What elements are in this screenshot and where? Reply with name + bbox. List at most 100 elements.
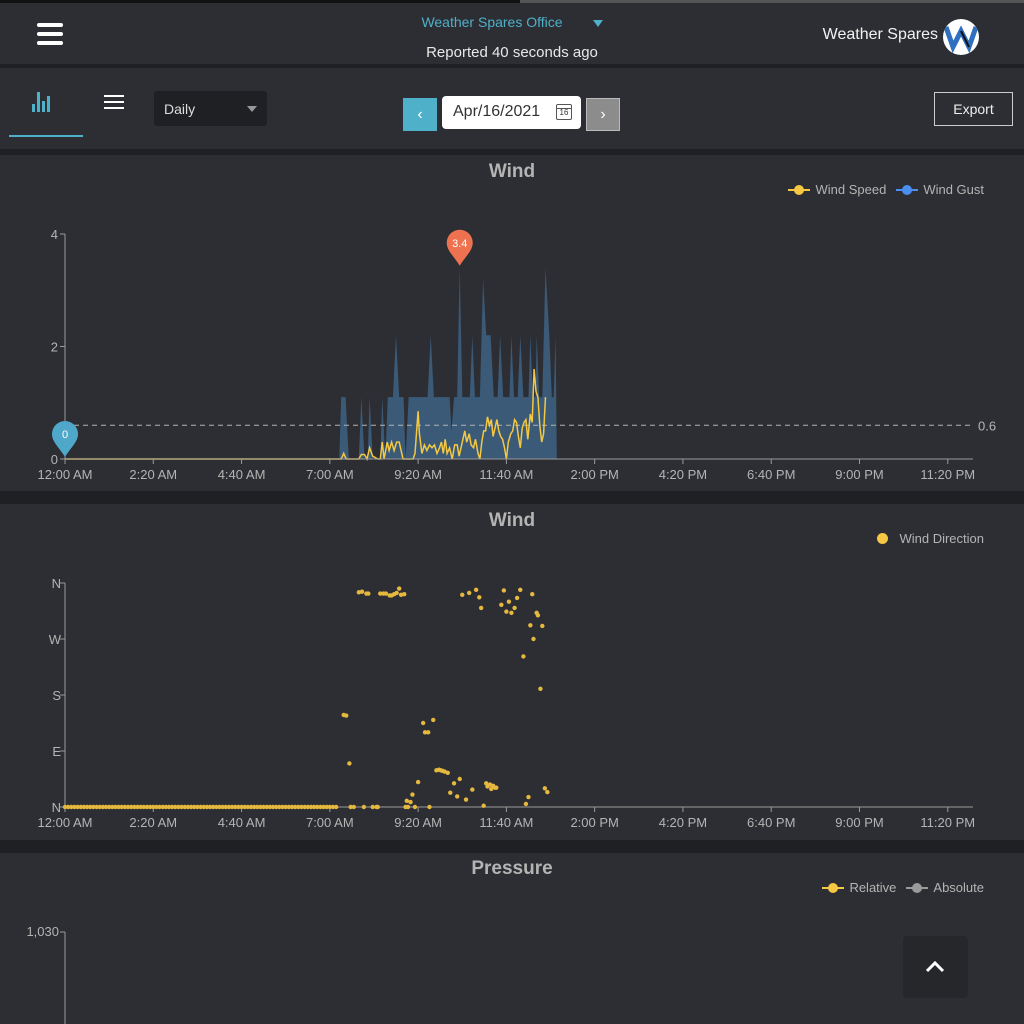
wind-direction-point	[463, 797, 469, 802]
x-tick-label: 12:00 AM	[38, 467, 93, 482]
list-icon[interactable]	[104, 95, 124, 109]
export-button[interactable]: Export	[934, 92, 1013, 126]
wind-direction-point	[445, 770, 450, 775]
wind-direction-point	[504, 609, 509, 614]
wind-direction-chart[interactable]: NESWN12:00 AM 2:20 AM 4:40 AM 7:00 AM 9:20 A…	[0, 504, 1024, 840]
wind-direction-point	[528, 623, 533, 628]
x-tick-label: 2:20 AM	[129, 467, 177, 482]
date-value: Apr/16/2021	[453, 103, 541, 120]
y-tick-label: N	[52, 576, 61, 591]
x-tick-label: 11:40 AM	[479, 467, 533, 482]
wind-direction-point	[535, 613, 541, 618]
wind-direction-point	[383, 591, 389, 596]
wind-direction-panel: Wind Wind Direction N E S W N 12:00 AM 2:20 AM…	[0, 504, 1024, 840]
wind-speed-chart[interactable]: 0 2 4 0.6 12:00 AM 2:20 AM 4:40 AM 7:00 AM 9:20 …	[0, 155, 1024, 491]
pressure-chart[interactable]: 1,030	[0, 853, 1024, 1024]
wind-direction-point	[494, 785, 499, 790]
toolbar: Daily ‹ Apr/16/2021 16 › Export	[0, 68, 1024, 149]
marker-label: 3.4	[452, 238, 467, 250]
x-tick-label: 4:20 PM	[659, 815, 707, 830]
wind-direction-point	[521, 654, 526, 659]
wind-direction-point	[426, 730, 431, 735]
x-tick-label: 9:00 PM	[835, 467, 883, 482]
period-value: Daily	[164, 101, 196, 117]
wind-direction-point	[473, 587, 479, 593]
wind-direction-point	[481, 803, 486, 808]
wind-direction-point	[518, 587, 523, 593]
wind-direction-point	[509, 610, 514, 616]
x-tick-label: 7:00 AM	[306, 815, 354, 830]
wind-direction-point	[523, 801, 529, 807]
wind-direction-point	[361, 804, 367, 810]
wind-direction-point	[477, 595, 482, 600]
wind-direction-point	[394, 590, 399, 596]
x-tick-label: 4:40 AM	[218, 815, 266, 830]
caret-down-icon	[247, 106, 257, 112]
x-tick-label: 9:20 AM	[394, 815, 442, 830]
tab-chart-view[interactable]	[9, 68, 83, 137]
x-tick-label: 11:40 AM	[479, 815, 533, 830]
reported-status: Reported 40 seconds ago	[426, 44, 598, 61]
loading-bar	[520, 0, 1024, 3]
x-tick-label: 7:00 AM	[306, 467, 354, 482]
wind-direction-point	[542, 786, 548, 791]
x-tick-label: 4:40 AM	[218, 467, 266, 482]
wind-direction-point	[540, 623, 545, 629]
wind-direction-point	[410, 792, 415, 797]
wind-direction-point	[466, 590, 472, 596]
w-logo-icon[interactable]	[943, 19, 979, 55]
next-date-button[interactable]: ›	[586, 98, 620, 131]
marker-label: 0	[62, 429, 68, 441]
y-tick-label: 2	[51, 340, 58, 355]
calendar-icon[interactable]: 16	[556, 104, 572, 120]
wind-direction-point	[427, 804, 432, 810]
wind-direction-point	[415, 779, 421, 785]
chevron-up-icon	[925, 960, 945, 973]
station-name: Weather Spares Office	[421, 14, 563, 30]
wind-direction-point	[478, 605, 484, 611]
wind-speed-panel: Wind Wind Speed Wind Gust 0 2 4 0.6 12:00 AM…	[0, 155, 1024, 491]
wind-direction-point	[501, 588, 507, 593]
period-select[interactable]: Daily	[154, 91, 267, 126]
wind-direction-point	[538, 686, 543, 691]
y-tick-label: S	[52, 688, 61, 703]
wind-direction-point	[359, 589, 365, 594]
y-tick-label: 4	[51, 227, 58, 242]
caret-down-icon	[592, 19, 603, 27]
previous-date-button[interactable]: ‹	[403, 98, 437, 131]
x-tick-label: 2:00 PM	[570, 467, 618, 482]
x-tick-label: 12:00 AM	[38, 815, 93, 830]
wind-direction-point	[431, 717, 436, 723]
max-value-marker: 3.4	[446, 229, 473, 266]
wind-direction-point	[402, 592, 407, 597]
date-input[interactable]: Apr/16/2021 16	[442, 96, 581, 129]
wind-direction-point	[455, 794, 460, 799]
wind-direction-point	[460, 592, 465, 598]
wind-direction-point	[375, 804, 380, 810]
wind-direction-point	[420, 720, 426, 726]
top-header: Weather Spares Office Reported 40 second…	[0, 0, 1024, 64]
wind-direction-point	[514, 595, 520, 601]
wind-direction-point	[366, 591, 371, 596]
wind-direction-point	[344, 713, 349, 718]
wind-direction-point	[405, 804, 411, 810]
y-tick-label: E	[52, 744, 61, 759]
x-tick-label: 11:20 PM	[920, 815, 975, 830]
wind-direction-point	[526, 794, 531, 800]
wind-direction-point	[404, 798, 409, 803]
x-tick-label: 6:40 PM	[747, 467, 795, 482]
y-tick-label: W	[49, 632, 62, 647]
wind-direction-point	[470, 787, 475, 792]
x-tick-label: 6:40 PM	[747, 815, 795, 830]
y-tick-label: 1,030	[26, 924, 59, 939]
wind-direction-point	[370, 804, 375, 810]
wind-direction-point	[506, 599, 512, 604]
wind-direction-point	[457, 776, 462, 782]
x-tick-label: 2:20 AM	[129, 815, 177, 830]
x-tick-label: 9:20 AM	[394, 467, 442, 482]
wind-direction-point	[530, 592, 535, 597]
wind-direction-point	[333, 804, 339, 810]
scroll-to-top-button[interactable]	[903, 936, 968, 998]
brand-name: Weather Spares	[822, 26, 938, 43]
wind-direction-point	[448, 790, 453, 795]
